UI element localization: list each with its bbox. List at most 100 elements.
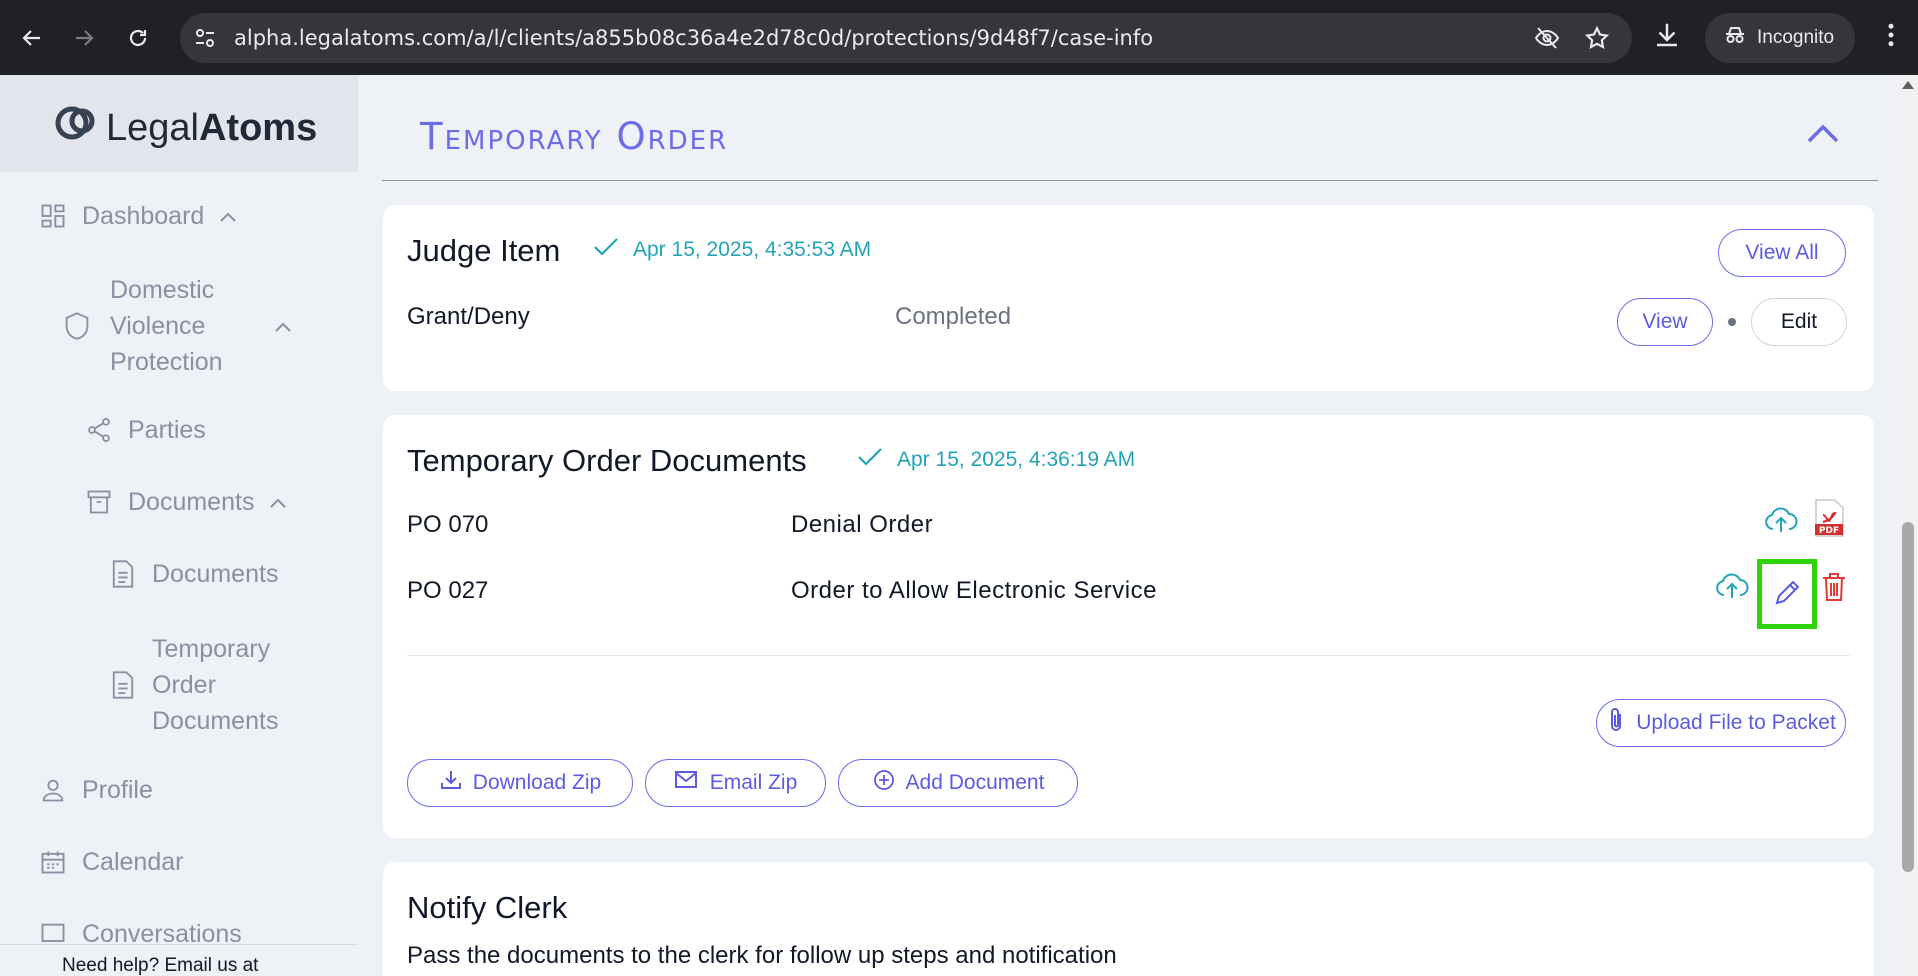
incognito-icon [1723,23,1747,53]
pdf-file-icon[interactable]: PDF [1813,499,1845,542]
file-icon [108,559,138,589]
scroll-up-arrow-icon[interactable] [1902,81,1914,89]
checkmark-icon [857,447,883,473]
menu-kebab-icon[interactable] [1876,20,1906,55]
sidebar-item-label: Documents [128,487,255,516]
document-code: PO 070 [407,511,489,538]
judge-item-card: Judge Item Apr 15, 2025, 4:35:53 AM View… [383,205,1874,391]
eye-off-icon[interactable] [1534,25,1560,56]
edit-label: Edit [1780,310,1818,333]
view-button[interactable]: View [1617,298,1713,346]
reload-icon[interactable] [118,18,158,58]
sidebar-item-profile[interactable]: Profile [38,775,153,805]
svg-text:PDF: PDF [1819,526,1839,536]
card-title: Temporary Order Documents [407,443,807,478]
email-zip-button[interactable]: Email Zip [645,759,826,807]
sidebar-item-documents-sub[interactable]: Documents [108,559,278,589]
sidebar-item-label: Violence [110,312,206,340]
completion-stamp: Apr 15, 2025, 4:36:19 AM [857,447,1135,473]
notify-clerk-card: Notify Clerk Pass the documents to the c… [383,862,1874,976]
upload-file-to-packet-button[interactable]: Upload File to Packet [1596,699,1846,747]
paperclip-icon [1606,706,1626,740]
logo-text-bold: Atoms [198,106,318,149]
card-title: Notify Clerk [407,890,568,925]
sidebar-item-label: Temporary [152,635,271,663]
chevron-up-icon[interactable] [273,312,293,341]
site-settings-icon[interactable] [192,25,218,51]
legalatoms-logo-icon [52,99,100,157]
email-icon [674,769,700,797]
view-label: View [1642,310,1688,333]
checkmark-icon [593,237,619,263]
sidebar-item-label: Parties [128,415,206,444]
scrollbar-thumb[interactable] [1902,522,1914,872]
sidebar-item-label: Protection [110,348,223,376]
bookmark-star-icon[interactable] [1584,25,1610,56]
document-code: PO 027 [407,577,489,604]
cloud-upload-icon[interactable] [1715,571,1749,606]
section-divider [382,180,1878,181]
sidebar-item-temporary-order-documents[interactable]: Temporary Order Documents [108,631,278,739]
browser-toolbar: alpha.legalatoms.com/a/l/clients/a855b08… [0,0,1918,75]
logo[interactable]: LegalAtoms [52,99,317,157]
document-name: Denial Order [791,511,934,538]
sidebar-item-dashboard[interactable]: Dashboard [38,201,238,231]
timestamp: Apr 15, 2025, 4:36:19 AM [897,448,1136,471]
judge-row-status: Completed [895,303,1012,330]
trash-icon[interactable] [1819,571,1849,608]
edit-document-button[interactable] [1757,559,1817,629]
upload-label: Upload File to Packet [1636,711,1836,734]
forward-icon[interactable] [64,18,104,58]
sidebar-item-calendar[interactable]: Calendar [38,847,183,877]
dashboard-grid-icon [38,201,68,231]
timestamp: Apr 15, 2025, 4:35:53 AM [633,238,872,261]
document-name: Order to Allow Electronic Service [791,577,1157,604]
incognito-label: Incognito [1757,27,1835,48]
chevron-up-icon[interactable] [1805,115,1841,156]
sidebar-item-domestic-violence-protection[interactable]: Domestic Violence Protection [62,272,293,380]
main-content: Temporary Order Judge Item Apr 15, 2025,… [358,75,1898,976]
calendar-icon [38,847,68,877]
shield-icon [62,311,92,341]
help-text: Need help? Email us at [62,955,259,976]
view-all-button[interactable]: View All [1718,229,1846,277]
sidebar: LegalAtoms Dashboard Domestic Violence P… [0,75,358,976]
url-text[interactable]: alpha.legalatoms.com/a/l/clients/a855b08… [234,26,1153,50]
user-icon [38,775,68,805]
row-divider [407,655,1850,656]
separator-dot [1728,318,1736,326]
sidebar-item-label: Profile [82,775,153,804]
sidebar-item-label: Documents [152,707,279,735]
judge-row-name: Grant/Deny [407,303,530,330]
sidebar-item-label: Order [152,671,216,699]
sidebar-item-label: Domestic [110,276,215,304]
notify-description: Pass the documents to the clerk for foll… [407,942,1117,969]
pencil-icon [1772,578,1802,613]
logo-text-light: Legal [106,106,199,149]
sidebar-item-documents[interactable]: Documents [84,487,288,517]
download-zip-label: Download Zip [472,771,602,794]
chevron-up-icon[interactable] [218,202,238,231]
view-all-label: View All [1745,241,1819,264]
logo-band: LegalAtoms [0,75,358,172]
file-icon [108,670,138,700]
sidebar-item-label: Documents [152,559,279,588]
email-zip-label: Email Zip [709,771,798,794]
temporary-order-documents-card: Temporary Order Documents Apr 15, 2025, … [383,415,1874,838]
sidebar-item-label: Dashboard [82,201,205,230]
cloud-upload-icon[interactable] [1764,505,1798,540]
plus-circle-icon [872,768,896,798]
chevron-up-icon[interactable] [268,488,288,517]
completion-stamp: Apr 15, 2025, 4:35:53 AM [593,237,871,263]
page-scrollbar[interactable] [1898,75,1918,976]
address-bar[interactable]: alpha.legalatoms.com/a/l/clients/a855b08… [180,13,1632,63]
sidebar-item-label: Calendar [82,847,184,876]
back-icon[interactable] [12,18,52,58]
incognito-badge[interactable]: Incognito [1705,13,1855,63]
download-icon [439,768,463,798]
edit-button[interactable]: Edit [1751,298,1847,346]
add-document-button[interactable]: Add Document [838,759,1078,807]
download-zip-button[interactable]: Download Zip [407,759,633,807]
sidebar-item-parties[interactable]: Parties [84,415,206,445]
download-icon[interactable] [1652,20,1682,55]
